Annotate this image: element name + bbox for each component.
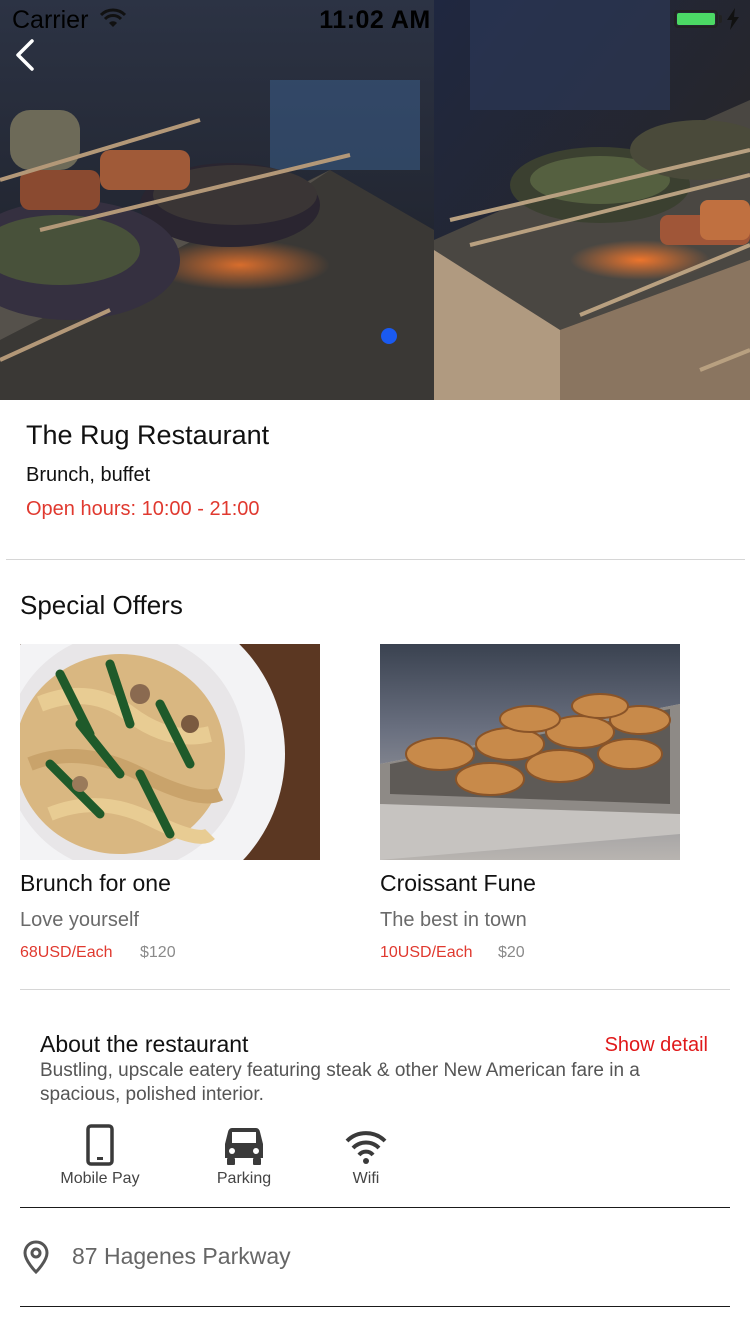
- car-icon: [225, 1128, 263, 1165]
- restaurant-category: Brunch, buffet: [26, 464, 151, 486]
- battery-icon: [674, 10, 718, 28]
- battery-tip: [719, 15, 722, 23]
- chevron-left-icon: [16, 39, 34, 71]
- back-button[interactable]: [12, 38, 42, 72]
- status-bar: Carrier 11:02 AM: [0, 0, 750, 40]
- divider: [6, 559, 745, 560]
- address-row[interactable]: 87 Hagenes Parkway: [20, 1226, 730, 1290]
- address-text: 87 Hagenes Parkway: [72, 1243, 291, 1269]
- offer-name: Croissant Fune: [380, 870, 536, 896]
- open-hours: Open hours: 10:00 - 21:00: [26, 498, 260, 520]
- pasta-dish-image: [20, 644, 320, 860]
- divider: [20, 1207, 730, 1208]
- charging-bolt-icon: [727, 8, 739, 30]
- about-description: Bustling, upscale eatery featuring steak…: [40, 1060, 640, 1105]
- croissant-tray-image: [380, 644, 680, 860]
- divider: [20, 1306, 730, 1307]
- carousel-page-indicator[interactable]: [381, 328, 397, 344]
- amenity-label: Parking: [216, 1170, 272, 1187]
- offer-subtitle: The best in town: [380, 909, 527, 931]
- status-time: 11:02 AM: [319, 6, 431, 34]
- wifi-icon: [345, 1131, 387, 1164]
- amenity-mobile-pay: Mobile Pay: [35, 1124, 165, 1188]
- about-title: About the restaurant: [40, 1031, 249, 1057]
- offer-card-croissant[interactable]: Croissant Fune The best in town 10USD/Ea…: [380, 644, 680, 961]
- offer-original-price: $20: [498, 944, 525, 961]
- amenity-parking: Parking: [179, 1124, 309, 1188]
- special-offers-title: Special Offers: [20, 590, 183, 620]
- hero-carousel[interactable]: Carrier 11:02 AM: [0, 0, 750, 400]
- amenity-wifi: Wifi: [301, 1124, 431, 1188]
- amenity-label: Mobile Pay: [60, 1170, 140, 1187]
- offer-name: Brunch for one: [20, 870, 171, 896]
- divider: [20, 989, 730, 990]
- restaurant-name: The Rug Restaurant: [26, 420, 270, 450]
- offer-subtitle: Love yourself: [20, 909, 139, 931]
- offer-original-price: $120: [140, 944, 176, 961]
- offer-price: 68USD/Each: [20, 944, 113, 961]
- phone-icon: [86, 1124, 114, 1166]
- hero-photo: [0, 0, 750, 400]
- amenity-label: Wifi: [352, 1170, 380, 1187]
- offer-price: 10USD/Each: [380, 944, 473, 961]
- offer-card-brunch[interactable]: Brunch for one Love yourself 68USD/Each …: [20, 644, 320, 961]
- show-detail-link[interactable]: Show detail: [605, 1034, 708, 1057]
- location-pin-icon: [23, 1240, 49, 1274]
